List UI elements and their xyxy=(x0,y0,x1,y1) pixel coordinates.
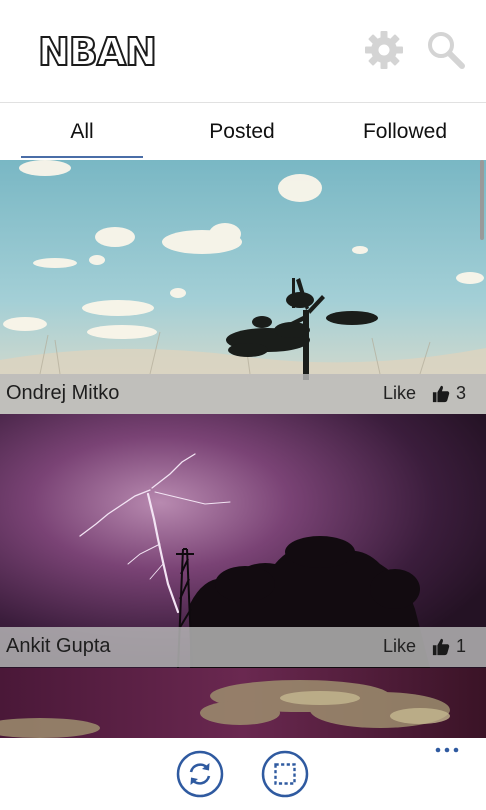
tab-selected-indicator xyxy=(21,156,143,158)
tab-bar: All Posted Followed xyxy=(0,103,486,160)
app-bar xyxy=(0,738,486,810)
post-caption: Ondrej Mitko Like 3 xyxy=(0,374,486,414)
photo-feed[interactable]: Ondrej Mitko Like 3 Ankit Gupta Like 1 xyxy=(0,160,486,738)
app-logo: NBAN xyxy=(37,29,158,75)
like-count: 3 xyxy=(455,383,466,403)
like-button[interactable]: Like xyxy=(383,636,416,657)
tab-posted[interactable]: Posted xyxy=(180,103,304,160)
feed-post[interactable]: Ankit Gupta Like 1 xyxy=(0,414,486,668)
select-icon[interactable] xyxy=(261,750,309,798)
more-icon[interactable] xyxy=(432,742,468,758)
thumbs-up-icon[interactable] xyxy=(432,638,450,656)
post-author[interactable]: Ankit Gupta xyxy=(6,635,111,658)
feed-post[interactable] xyxy=(0,668,486,738)
feed-post[interactable]: Ondrej Mitko Like 3 xyxy=(0,160,486,414)
feed-scrollbar[interactable] xyxy=(480,160,484,240)
app-header: NBAN xyxy=(0,0,486,103)
post-caption: Ankit Gupta Like 1 xyxy=(0,627,486,667)
refresh-icon[interactable] xyxy=(176,750,224,798)
like-count: 1 xyxy=(455,636,466,656)
search-icon[interactable] xyxy=(424,28,468,72)
post-photo xyxy=(0,668,486,738)
thumbs-up-icon[interactable] xyxy=(432,385,450,403)
gear-icon[interactable] xyxy=(362,28,406,72)
post-author[interactable]: Ondrej Mitko xyxy=(6,382,119,405)
tab-all[interactable]: All xyxy=(21,103,143,160)
like-button[interactable]: Like xyxy=(383,383,416,404)
tab-followed[interactable]: Followed xyxy=(330,103,480,160)
